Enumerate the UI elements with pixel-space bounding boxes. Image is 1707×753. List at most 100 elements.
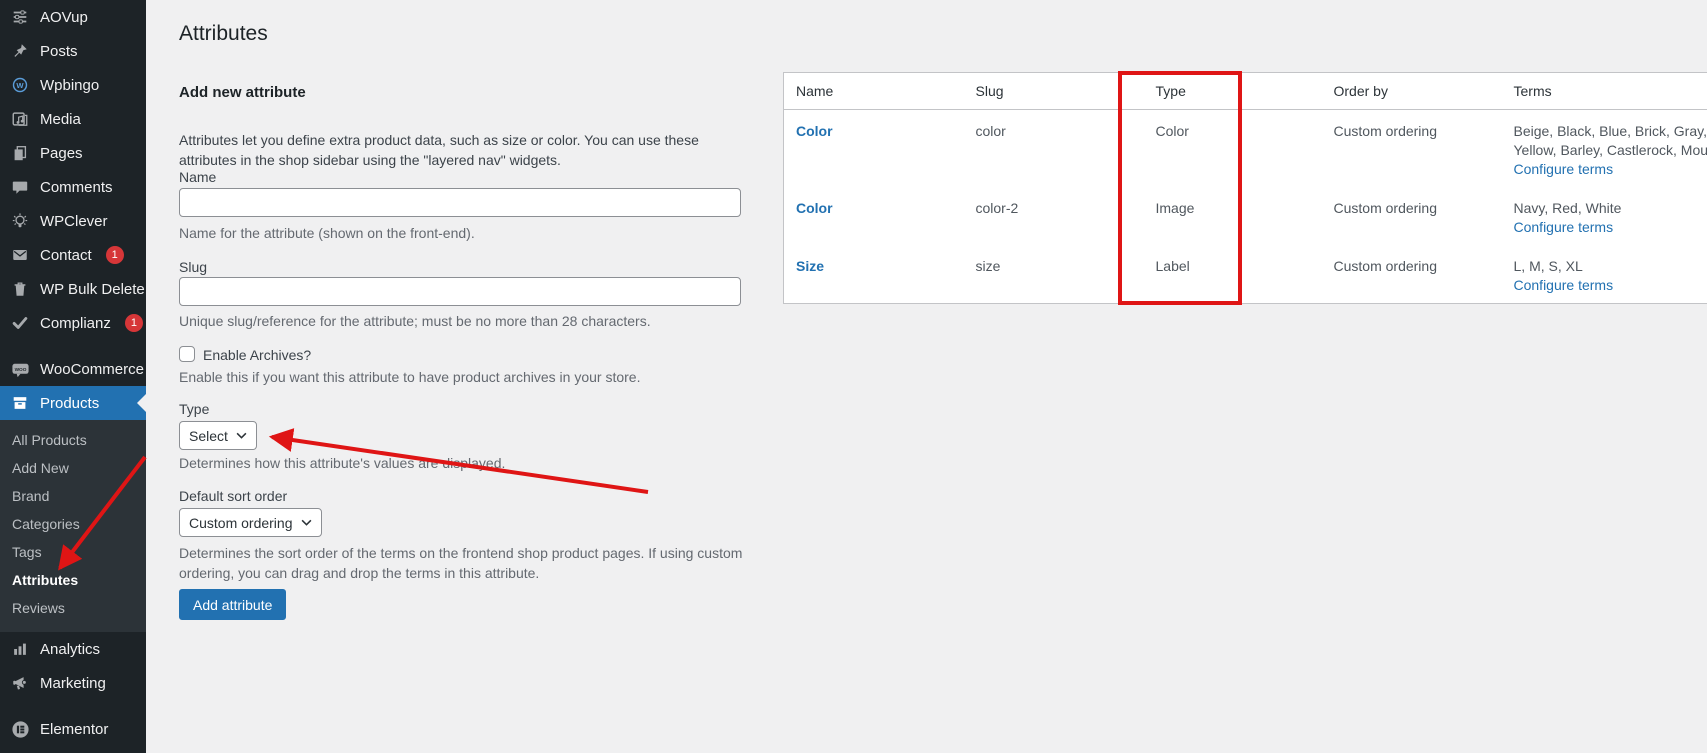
submenu-item-all-products[interactable]: All Products <box>0 426 146 454</box>
main-content: Attributes Add new attribute Attributes … <box>146 0 1707 753</box>
sidebar-item-label: Complianz <box>40 315 111 332</box>
col-header-slug: Slug <box>964 73 1144 110</box>
sidebar-item-marketing[interactable]: Marketing <box>0 666 146 700</box>
contact-count-badge: 1 <box>106 246 124 264</box>
chevron-down-icon <box>236 432 247 439</box>
slug-input[interactable] <box>179 277 741 306</box>
sidebar-item-aovup[interactable]: AOVup <box>0 0 146 34</box>
attribute-terms-cell: Beige, Black, Blue, Brick, Gray, Gree Ye… <box>1502 110 1707 188</box>
default-sort-order-select[interactable]: Custom ordering <box>179 508 322 537</box>
svg-text:W: W <box>16 81 24 90</box>
sidebar-item-comments[interactable]: Comments <box>0 170 146 204</box>
table-row: Color color Color Custom ordering Beige,… <box>784 110 1707 188</box>
current-menu-notch <box>137 394 146 412</box>
submenu-item-tags[interactable]: Tags <box>0 538 146 566</box>
sidebar-item-label: Wpbingo <box>40 77 99 94</box>
sort-order-label: Default sort order <box>179 488 287 504</box>
configure-terms-link[interactable]: Configure terms <box>1514 160 1614 179</box>
sidebar-item-label: Analytics <box>40 641 100 658</box>
sidebar-item-contact[interactable]: Contact 1 <box>0 238 146 272</box>
sidebar-item-elementor[interactable]: Elementor <box>0 712 146 746</box>
elementor-icon <box>10 719 30 739</box>
col-header-name: Name <box>784 73 964 110</box>
sidebar-item-label: Contact <box>40 247 92 264</box>
attribute-name-link[interactable]: Color <box>796 123 833 139</box>
type-select[interactable]: Select <box>179 421 257 450</box>
submenu-item-attributes[interactable]: Attributes <box>0 566 146 594</box>
sidebar-item-woocommerce[interactable]: WOO WooCommerce <box>0 352 146 386</box>
menu-separator <box>0 700 146 712</box>
sidebar-item-label: AOVup <box>40 9 88 26</box>
sort-select-value: Custom ordering <box>189 515 293 531</box>
sidebar-item-wpbingo[interactable]: W Wpbingo <box>0 68 146 102</box>
col-header-terms: Terms <box>1502 73 1707 110</box>
terms-text: L, M, S, XL <box>1514 257 1707 276</box>
lightbulb-icon <box>10 211 30 231</box>
menu-separator <box>0 340 146 352</box>
sidebar-item-analytics[interactable]: Analytics <box>0 632 146 666</box>
configure-terms-link[interactable]: Configure terms <box>1514 218 1614 237</box>
sidebar-item-label: Comments <box>40 179 113 196</box>
page-title: Attributes <box>179 22 268 46</box>
enable-archives-label: Enable Archives? <box>203 347 311 363</box>
name-help-text: Name for the attribute (shown on the fro… <box>179 225 475 241</box>
media-icon <box>10 109 30 129</box>
submenu-item-add-new[interactable]: Add New <box>0 454 146 482</box>
table-row: Size size Label Custom ordering L, M, S,… <box>784 245 1707 304</box>
attribute-slug-cell: color <box>964 110 1144 188</box>
attribute-orderby-cell: Custom ordering <box>1322 187 1502 245</box>
terms-text: Beige, Black, Blue, Brick, Gray, Gree <box>1514 122 1707 141</box>
sidebar-item-complianz[interactable]: Complianz 1 <box>0 306 146 340</box>
configure-terms-link[interactable]: Configure terms <box>1514 276 1614 295</box>
add-attribute-button[interactable]: Add attribute <box>179 589 286 620</box>
wpbingo-icon: W <box>10 75 30 95</box>
complianz-count-badge: 1 <box>125 314 143 332</box>
attribute-orderby-cell: Custom ordering <box>1322 110 1502 188</box>
checkmark-icon <box>10 313 30 333</box>
sliders-icon <box>10 7 30 27</box>
enable-archives-checkbox[interactable] <box>179 346 195 362</box>
add-new-attribute-heading: Add new attribute <box>179 84 306 101</box>
sidebar-item-wpclever[interactable]: WPClever <box>0 204 146 238</box>
submenu-item-categories[interactable]: Categories <box>0 510 146 538</box>
attributes-intro-text: Attributes let you define extra product … <box>179 130 749 170</box>
attribute-type-cell: Color <box>1144 110 1322 188</box>
attribute-orderby-cell: Custom ordering <box>1322 245 1502 304</box>
sidebar-item-posts[interactable]: Posts <box>0 34 146 68</box>
submenu-item-brand[interactable]: Brand <box>0 482 146 510</box>
type-help-text: Determines how this attribute's values a… <box>179 455 505 471</box>
table-header-row: Name Slug Type Order by Terms <box>784 73 1707 110</box>
sort-help-text: Determines the sort order of the terms o… <box>179 543 746 583</box>
type-select-value: Select <box>189 428 228 444</box>
sidebar-item-label: Marketing <box>40 675 106 692</box>
pin-icon <box>10 41 30 61</box>
trash-icon <box>10 279 30 299</box>
sidebar-item-wp-bulk-delete[interactable]: WP Bulk Delete <box>0 272 146 306</box>
sidebar-item-pages[interactable]: Pages <box>0 136 146 170</box>
attribute-terms-cell: L, M, S, XL Configure terms <box>1502 245 1707 304</box>
col-header-type: Type <box>1144 73 1322 110</box>
attribute-slug-cell: color-2 <box>964 187 1144 245</box>
type-label: Type <box>179 401 209 417</box>
table-row: Color color-2 Image Custom ordering Navy… <box>784 187 1707 245</box>
col-header-order-by: Order by <box>1322 73 1502 110</box>
sidebar-item-products[interactable]: Products <box>0 386 146 420</box>
products-box-icon <box>10 393 30 413</box>
slug-label: Slug <box>179 259 207 275</box>
products-submenu: All Products Add New Brand Categories Ta… <box>0 420 146 632</box>
sidebar-item-label: Products <box>40 395 99 412</box>
attribute-name-link[interactable]: Size <box>796 258 824 274</box>
attribute-type-cell: Label <box>1144 245 1322 304</box>
comment-icon <box>10 177 30 197</box>
sidebar-item-media[interactable]: Media <box>0 102 146 136</box>
sidebar-item-label: Posts <box>40 43 78 60</box>
bar-chart-icon <box>10 639 30 659</box>
attribute-name-link[interactable]: Color <box>796 200 833 216</box>
name-input[interactable] <box>179 188 741 217</box>
sidebar-item-label: Media <box>40 111 81 128</box>
slug-help-text: Unique slug/reference for the attribute;… <box>179 313 651 329</box>
sidebar-item-label: WPClever <box>40 213 108 230</box>
sidebar-item-label: Pages <box>40 145 83 162</box>
submenu-item-reviews[interactable]: Reviews <box>0 594 146 622</box>
admin-sidebar: AOVup Posts W Wpbingo Media Pages Commen… <box>0 0 146 753</box>
